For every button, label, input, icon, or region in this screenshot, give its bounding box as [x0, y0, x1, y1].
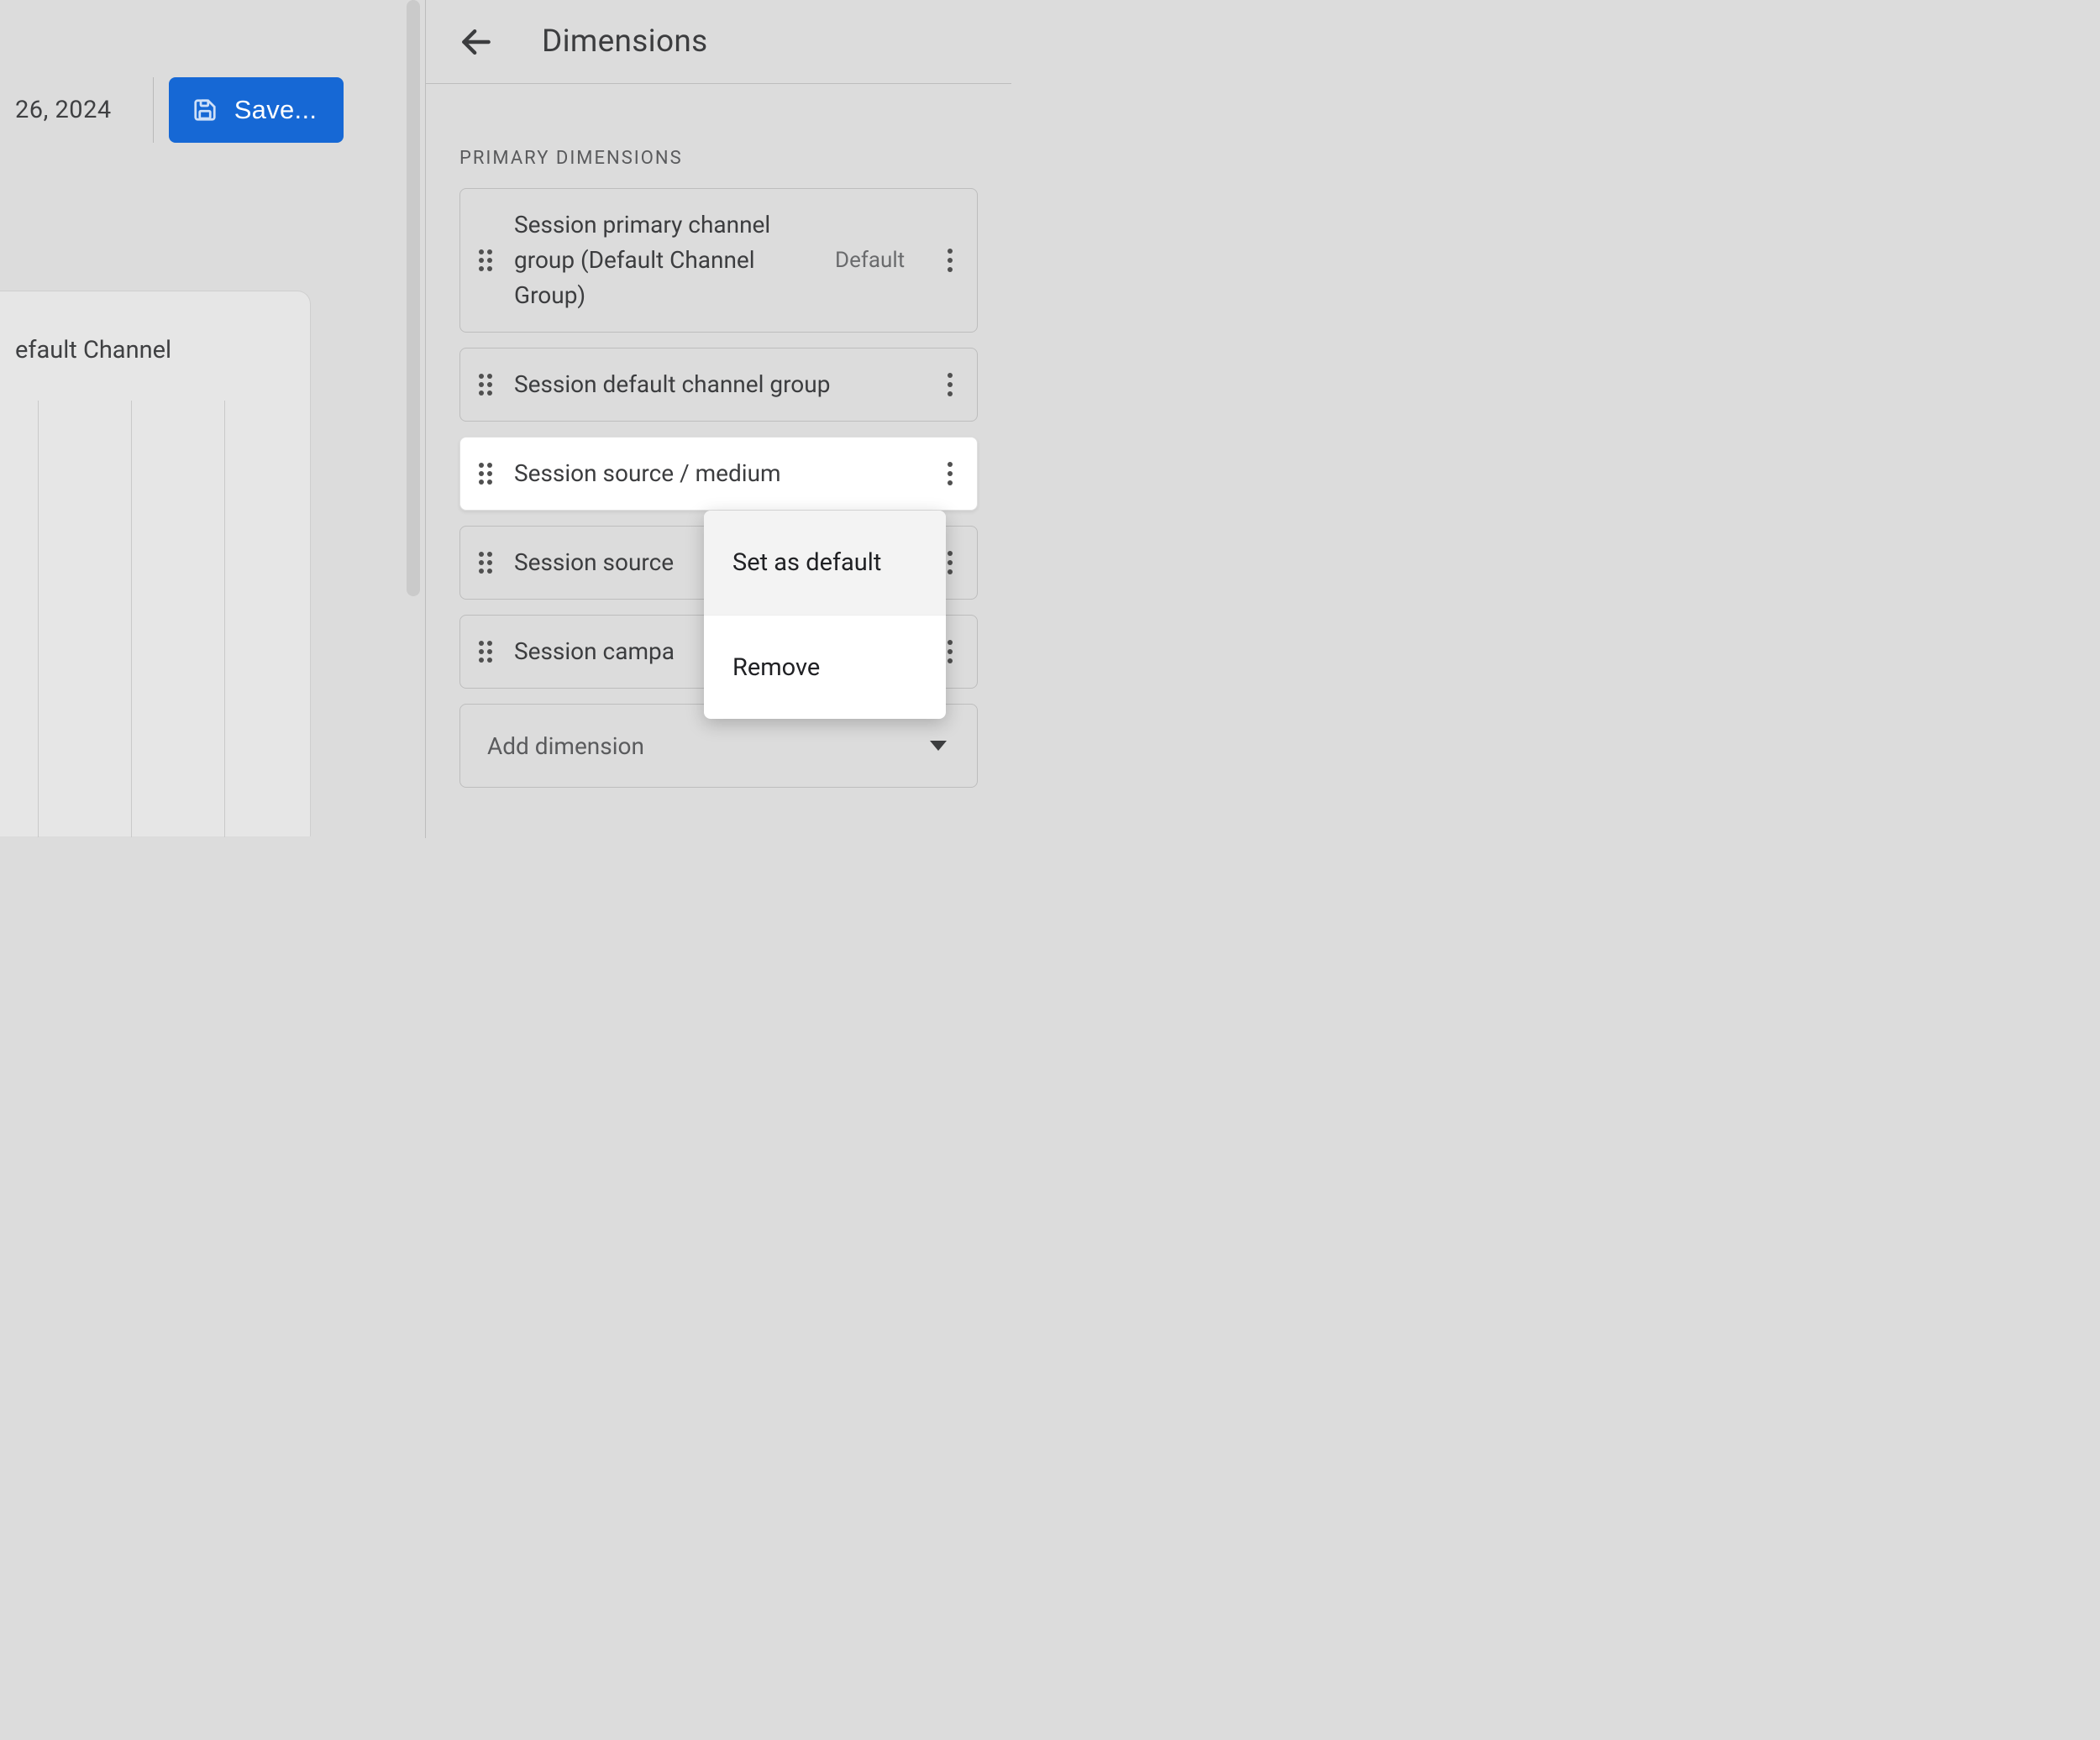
drag-handle-icon[interactable] [479, 249, 496, 271]
dimension-label: Session source / medium [514, 456, 928, 491]
card-title-fragment: efault Channel [0, 336, 171, 364]
drag-handle-icon[interactable] [479, 374, 496, 396]
menu-item-set-default[interactable]: Set as default [704, 511, 946, 615]
dimension-label: Session primary channel group (Default C… [514, 207, 816, 313]
dimension-item[interactable]: Session primary channel group (Default C… [459, 188, 978, 333]
dimension-label: Session default channel group [514, 367, 928, 402]
left-pane: 26, 2024 Save... efault Channel [0, 0, 395, 838]
dimension-item[interactable]: Session default channel group [459, 348, 978, 422]
menu-item-remove[interactable]: Remove [704, 615, 946, 719]
dimension-item[interactable]: Session source / medium [459, 437, 978, 511]
panel-title: Dimensions [542, 24, 708, 60]
date-range-end: 26, 2024 [0, 96, 112, 124]
panel-header: Dimensions [426, 0, 1011, 84]
menu-item-label: Remove [732, 653, 820, 682]
report-card-fragment: efault Channel [0, 291, 311, 836]
more-options-button[interactable] [935, 242, 965, 279]
more-options-button[interactable] [935, 366, 965, 403]
save-icon [192, 97, 218, 123]
add-dimension-label: Add dimension [487, 732, 644, 760]
drag-handle-icon[interactable] [479, 552, 496, 574]
context-menu: Set as default Remove [704, 511, 946, 719]
section-label: Primary Dimensions [459, 148, 683, 169]
default-badge: Default [835, 248, 905, 273]
drag-handle-icon[interactable] [479, 463, 496, 485]
save-button[interactable]: Save... [169, 77, 344, 143]
scrollbar[interactable] [407, 0, 420, 596]
arrow-left-icon [458, 24, 495, 60]
drag-handle-icon[interactable] [479, 641, 496, 663]
divider [153, 77, 154, 143]
save-button-label: Save... [234, 95, 318, 125]
caret-down-icon [930, 741, 947, 751]
menu-item-label: Set as default [732, 548, 881, 577]
date-save-row: 26, 2024 Save... [0, 77, 395, 143]
more-options-button[interactable] [935, 455, 965, 492]
back-button[interactable] [456, 22, 496, 62]
chart-gridlines [38, 401, 225, 837]
